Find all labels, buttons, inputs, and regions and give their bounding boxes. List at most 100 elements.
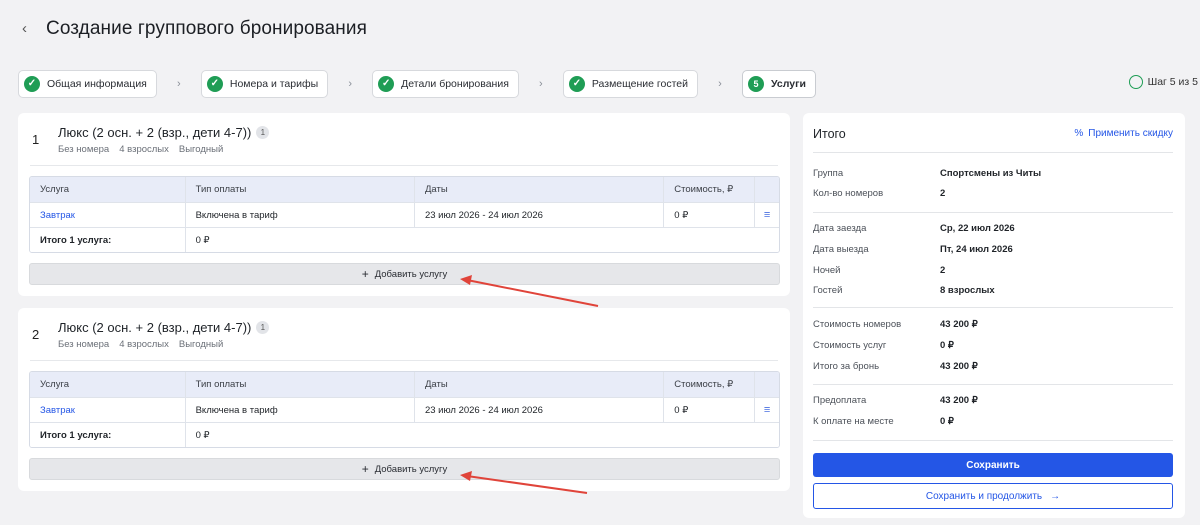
page-title: Создание группового бронирования <box>46 18 368 39</box>
onsite-payment-value: 0 ₽ <box>940 416 954 427</box>
nights-label: Ночей <box>813 265 841 276</box>
group-value: Спортсмены из Читы <box>940 168 1042 179</box>
check-icon: ✓ <box>378 76 395 92</box>
table-row: Завтрак Включена в тариф 23 июл 2026 - 2… <box>30 397 779 422</box>
divider <box>813 440 1173 441</box>
step-booking-details[interactable]: ✓ Детали бронирования <box>372 70 519 98</box>
percent-icon: % <box>1074 128 1084 139</box>
rooms-cost-label: Стоимость номеров <box>813 319 902 330</box>
chevron-right-icon: › <box>539 78 543 90</box>
table-total-row: Итого 1 услуга: 0 ₽ <box>30 422 779 447</box>
step-label: Услуги <box>771 78 806 90</box>
step-progress: Шаг 5 из 5 <box>1128 75 1198 89</box>
menu-icon[interactable]: ≡ <box>764 209 770 221</box>
divider <box>813 212 1173 213</box>
total-label: Итого 1 услуга: <box>40 429 112 441</box>
rooms-count-value: 2 <box>940 188 946 199</box>
booking-total-label: Итого за бронь <box>813 361 880 372</box>
summary-panel: Итого % Применить скидку Группа Спортсмен… <box>803 113 1185 518</box>
step-number: 5 <box>748 76 765 92</box>
col-actions <box>754 177 779 202</box>
checkout-value: Пт, 24 июл 2026 <box>940 244 1013 255</box>
col-cost: Стоимость, ₽ <box>663 177 754 202</box>
room-meta: Без номера 4 взрослых Выгодный <box>58 144 223 155</box>
save-button[interactable]: Сохранить <box>813 453 1173 477</box>
save-label: Сохранить <box>966 459 1020 471</box>
room-number-status: Без номера <box>58 144 110 155</box>
service-dates: 23 июл 2026 - 24 июл 2026 <box>413 398 663 422</box>
service-cost: 0 ₽ <box>663 203 754 227</box>
room-guests: 4 взрослых <box>119 339 169 350</box>
step-label: Размещение гостей <box>591 78 689 90</box>
table-total-row: Итого 1 услуга: 0 ₽ <box>30 227 779 252</box>
add-service-button[interactable]: + Добавить услугу <box>29 458 780 480</box>
service-cost: 0 ₽ <box>663 398 754 422</box>
divider <box>30 360 778 361</box>
step-services[interactable]: 5 Услуги <box>742 70 816 98</box>
guests-label: Гостей <box>813 285 843 296</box>
arrow-right-icon: → <box>1050 490 1061 502</box>
room-meta: Без номера 4 взрослых Выгодный <box>58 339 223 350</box>
room-name: Люкс (2 осн. + 2 (взр., дети 4-7)) 1 <box>58 320 270 335</box>
room-name-text: Люкс (2 осн. + 2 (взр., дети 4-7)) <box>58 320 252 335</box>
room-number: 2 <box>32 327 40 342</box>
divider <box>813 307 1173 308</box>
room-name-text: Люкс (2 осн. + 2 (взр., дети 4-7)) <box>58 125 252 140</box>
back-chevron-icon[interactable]: ‹ <box>22 20 36 38</box>
total-value: 0 ₽ <box>184 423 779 447</box>
summary-title: Итого <box>813 127 846 141</box>
chevron-right-icon: › <box>718 78 722 90</box>
step-general-info[interactable]: ✓ Общая информация <box>18 70 157 98</box>
col-payment-type: Тип оплаты <box>184 177 414 202</box>
col-dates: Даты <box>413 372 663 397</box>
room-number-status: Без номера <box>58 339 110 350</box>
room-number: 1 <box>32 132 40 147</box>
add-service-button[interactable]: + Добавить услугу <box>29 263 780 285</box>
total-label: Итого 1 услуга: <box>40 234 112 246</box>
table-header: Услуга Тип оплаты Даты Стоимость, ₽ <box>30 372 779 397</box>
step-label: Общая информация <box>47 78 147 90</box>
room-card: 2 Люкс (2 осн. + 2 (взр., дети 4-7)) 1 Бе… <box>18 308 790 491</box>
service-link[interactable]: Завтрак <box>40 405 75 416</box>
room-card: 1 Люкс (2 осн. + 2 (взр., дети 4-7)) 1 Бе… <box>18 113 790 296</box>
wizard-stepper: ✓ Общая информация › ✓ Номера и тарифы › ✓… <box>18 70 816 98</box>
col-cost: Стоимость, ₽ <box>663 372 754 397</box>
services-cost-label: Стоимость услуг <box>813 340 887 351</box>
col-service: Услуга <box>40 379 69 390</box>
service-link[interactable]: Завтрак <box>40 210 75 221</box>
services-table: Услуга Тип оплаты Даты Стоимость, ₽ Завт… <box>29 371 780 448</box>
onsite-payment-label: К оплате на месте <box>813 416 894 427</box>
step-label: Номера и тарифы <box>229 78 319 90</box>
group-label: Группа <box>813 168 844 179</box>
save-continue-button[interactable]: Сохранить и продолжить → <box>813 483 1173 509</box>
plus-icon: + <box>361 462 369 476</box>
apply-discount-link[interactable]: % Применить скидку <box>1074 128 1173 139</box>
chevron-right-icon: › <box>177 78 181 90</box>
payment-type: Включена в тариф <box>184 203 414 227</box>
col-payment-type: Тип оплаты <box>184 372 414 397</box>
room-guests: 4 взрослых <box>119 144 169 155</box>
rooms-count-label: Кол-во номеров <box>813 188 884 199</box>
divider <box>813 152 1173 153</box>
guests-value: 8 взрослых <box>940 285 995 296</box>
step-progress-label: Шаг 5 из 5 <box>1147 76 1198 88</box>
total-value: 0 ₽ <box>184 228 779 252</box>
check-icon: ✓ <box>206 76 223 92</box>
checkout-label: Дата выезда <box>813 244 869 255</box>
check-icon: ✓ <box>568 76 585 92</box>
room-count-badge: 1 <box>256 321 270 334</box>
room-rate: Выгодный <box>178 144 224 155</box>
services-cost-value: 0 ₽ <box>940 340 954 351</box>
room-count-badge: 1 <box>256 126 270 139</box>
menu-icon[interactable]: ≡ <box>764 404 770 416</box>
divider <box>813 384 1173 385</box>
add-service-label: Добавить услугу <box>374 463 448 475</box>
table-row: Завтрак Включена в тариф 23 июл 2026 - 2… <box>30 202 779 227</box>
step-rooms-rates[interactable]: ✓ Номера и тарифы <box>200 70 329 98</box>
progress-ring-icon <box>1128 75 1143 89</box>
step-guest-placement[interactable]: ✓ Размещение гостей <box>562 70 699 98</box>
add-service-label: Добавить услугу <box>374 268 448 280</box>
step-label: Детали бронирования <box>401 78 509 90</box>
checkin-label: Дата заезда <box>813 223 867 234</box>
col-actions <box>754 372 779 397</box>
